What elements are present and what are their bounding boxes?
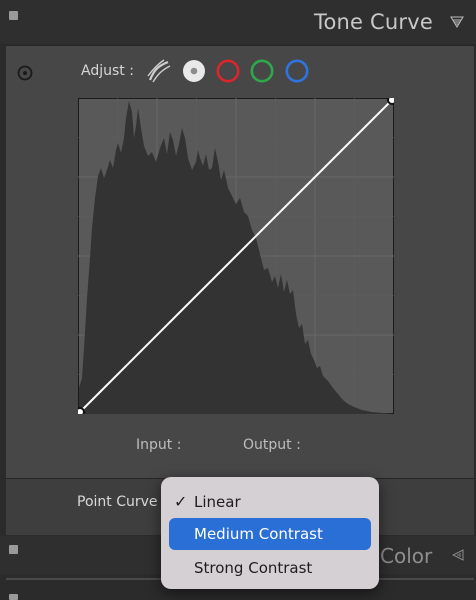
next-panel-toggle-switch[interactable] (9, 594, 18, 600)
point-curve-white-icon[interactable] (181, 58, 207, 84)
curve-point-highlights[interactable] (387, 98, 394, 105)
dropdown-item-label: Linear (194, 493, 241, 511)
point-curve-label: Point Curve : (77, 494, 167, 510)
adjust-label: Adjust : (81, 63, 134, 79)
dropdown-item-label: Strong Contrast (194, 559, 313, 577)
collapse-triangle-icon[interactable] (450, 15, 464, 29)
panel-title: Tone Curve (314, 10, 433, 34)
point-curve-dropdown: ✓ Linear Medium Contrast Strong Contrast (161, 477, 379, 589)
dropdown-item-label: Medium Contrast (194, 525, 323, 543)
output-label: Output : (243, 437, 301, 453)
input-label: Input : (136, 437, 182, 453)
checkmark-icon: ✓ (174, 492, 188, 511)
panel-toggle-switch[interactable] (9, 11, 18, 20)
targeted-adjustment-icon[interactable] (17, 65, 33, 81)
blue-channel-icon[interactable] (284, 58, 310, 84)
parametric-curve-icon[interactable] (146, 58, 172, 84)
red-channel-icon[interactable] (215, 58, 241, 84)
dropdown-item-medium-contrast[interactable]: Medium Contrast (169, 518, 371, 550)
green-channel-icon[interactable] (249, 58, 275, 84)
dropdown-item-strong-contrast[interactable]: Strong Contrast (169, 552, 371, 584)
color-panel-toggle-switch[interactable] (9, 545, 18, 554)
color-panel-title: Color (380, 544, 433, 568)
dropdown-item-linear[interactable]: ✓ Linear (169, 486, 371, 518)
curve-point-shadows[interactable] (78, 407, 85, 414)
tone-curve-graph[interactable] (78, 98, 394, 414)
expand-triangle-icon[interactable] (452, 549, 464, 561)
